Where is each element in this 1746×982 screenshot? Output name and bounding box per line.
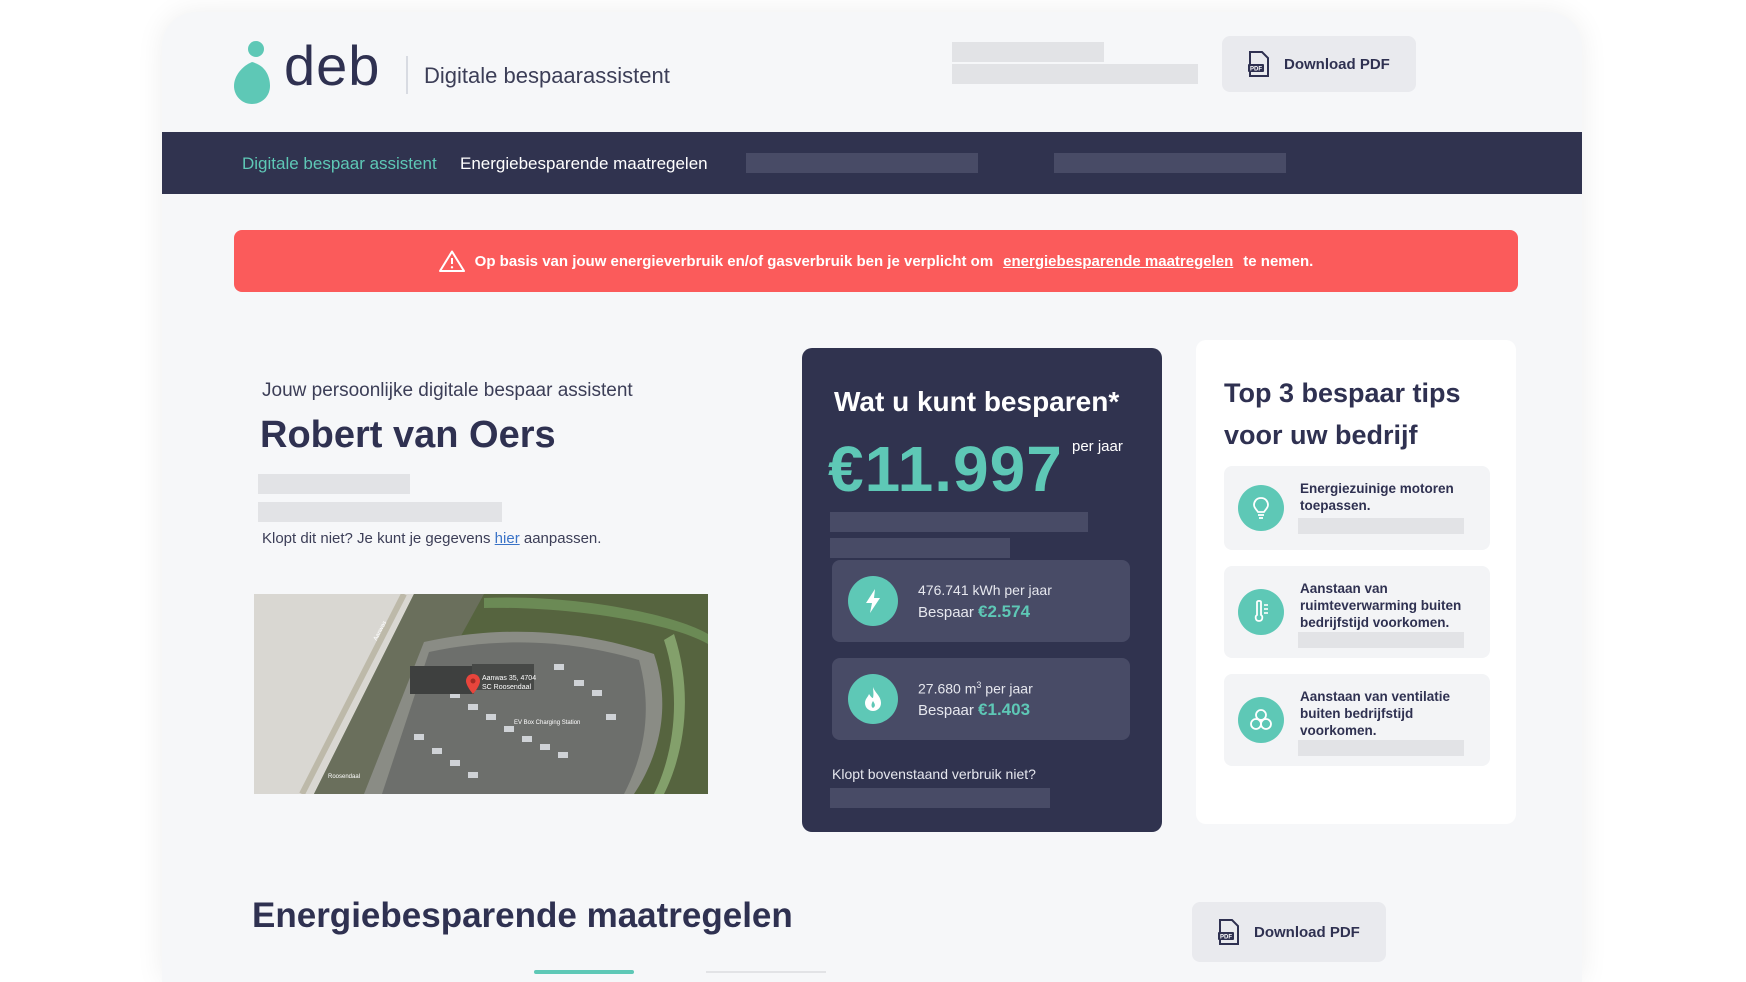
section-tab-indicator[interactable] — [534, 970, 634, 974]
tip-item[interactable]: Energiezuinige motoren toepassen. — [1224, 466, 1490, 550]
map-pin-icon — [466, 674, 480, 694]
logo-divider — [406, 56, 408, 94]
edit-details-link[interactable]: hier — [495, 530, 520, 547]
nav-item-energiebesparende-maatregelen[interactable]: Energiebesparende maatregelen — [460, 154, 708, 174]
main-nav: Digitale bespaar assistent Energiebespar… — [162, 132, 1582, 194]
profile-name: Robert van Oers — [260, 414, 556, 456]
savings-detail-placeholder — [830, 538, 1010, 558]
profile-detail-placeholder — [258, 502, 502, 522]
pdf-icon-label: PDF — [1220, 935, 1232, 941]
savings-amount: €11.997 — [828, 433, 1063, 505]
nav-item-placeholder[interactable] — [1054, 153, 1286, 173]
gas-usage-value: 27.680 m — [918, 680, 977, 697]
pdf-file-icon: PDF — [1248, 51, 1269, 77]
section-tab-placeholder[interactable] — [706, 971, 826, 973]
satellite-map[interactable]: Aanwas 35, 4704 SC Roosendaal EV Box Cha… — [254, 594, 708, 794]
logo-text: deb — [284, 34, 381, 97]
tip-item[interactable]: Aanstaan van ruimteverwarming buiten bed… — [1224, 566, 1490, 658]
alert-text: Op basis van jouw energieverbruik en/of … — [474, 252, 994, 270]
map-poi-label: EV Box Charging Station — [514, 720, 581, 726]
map-pin-label: Aanwas 35, 4704 SC Roosendaal — [482, 674, 536, 692]
profile-note-end: aanpassen. — [523, 530, 602, 547]
nav-item-placeholder[interactable] — [746, 153, 978, 173]
electricity-usage: 476.741 kWh per jaar — [918, 582, 1052, 598]
map-place-label: Roosendaal — [328, 774, 361, 780]
map-pin-label-line2: SC Roosendaal — [482, 684, 532, 691]
download-pdf-label: Download PDF — [1254, 923, 1360, 941]
tip-text: Aanstaan van ventilatie buiten bedrijfst… — [1300, 689, 1451, 738]
profile-detail-placeholder — [258, 474, 410, 494]
user-info-placeholder — [952, 64, 1198, 84]
electricity-usage-tile: 476.741 kWh per jaar Bespaar €2.574 — [832, 560, 1130, 642]
lightning-icon — [848, 576, 898, 626]
download-pdf-button-bottom[interactable]: PDF Download PDF — [1192, 902, 1386, 962]
logo-icon — [234, 41, 270, 104]
savings-title: Wat u kunt besparen* — [834, 386, 1120, 417]
gas-usage: 27.680 m3 per jaar — [918, 680, 1033, 697]
flame-icon — [848, 674, 898, 724]
download-pdf-label: Download PDF — [1284, 55, 1390, 73]
app-tagline: Digitale bespaarassistent — [424, 63, 670, 88]
map-imagery — [254, 594, 708, 794]
user-info-placeholder — [952, 42, 1104, 62]
pdf-file-icon: PDF — [1218, 919, 1239, 945]
tip-text: Aanstaan van ruimteverwarming buiten bed… — [1300, 581, 1462, 630]
tips-title: Top 3 bespaar tips voor uw bedrijf — [1224, 378, 1461, 450]
savings-detail-placeholder — [830, 512, 1088, 532]
profile-intro: Jouw persoonlijke digitale bespaar assis… — [262, 380, 633, 401]
electricity-savings: Bespaar €2.574 — [918, 602, 1030, 622]
gas-usage-tile: 27.680 m3 per jaar Bespaar €1.403 — [832, 658, 1130, 740]
electricity-save-label: Bespaar — [918, 604, 974, 621]
gas-usage-unit: per jaar — [981, 680, 1033, 697]
usage-edit-placeholder[interactable] — [830, 788, 1050, 808]
map-pin-label-line1: Aanwas 35, 4704 — [482, 675, 537, 682]
nav-item-digitale-bespaar-assistent[interactable]: Digitale bespaar assistent — [242, 154, 437, 174]
tip-item[interactable]: Aanstaan van ventilatie buiten bedrijfst… — [1224, 674, 1490, 766]
alert-text-end: te nemen. — [1243, 252, 1314, 270]
thermometer-icon — [1238, 589, 1284, 635]
app-frame: deb Digitale bespaarassistent PDF Downlo… — [162, 12, 1582, 982]
tip-detail-placeholder — [1298, 632, 1464, 648]
savings-per-year: per jaar — [1072, 438, 1123, 455]
fan-icon — [1238, 697, 1284, 743]
download-pdf-button[interactable]: PDF Download PDF — [1222, 36, 1416, 92]
savings-card: Wat u kunt besparen* €11.997 per jaar 47… — [802, 348, 1162, 832]
profile-note-text: Klopt dit niet? Je kunt je gegevens — [262, 530, 491, 547]
gas-savings: Bespaar €1.403 — [918, 700, 1030, 720]
lightbulb-icon — [1238, 485, 1284, 531]
tips-card: Top 3 bespaar tips voor uw bedrijf Energ… — [1196, 340, 1516, 824]
warning-icon — [438, 250, 465, 272]
tip-detail-placeholder — [1298, 740, 1464, 756]
pdf-icon-label: PDF — [1250, 67, 1262, 73]
gas-save-label: Bespaar — [918, 702, 974, 719]
gas-save-value: €1.403 — [978, 700, 1031, 719]
obligation-alert: Op basis van jouw energieverbruik en/of … — [234, 230, 1518, 292]
profile-note: Klopt dit niet? Je kunt je gegevens hier… — [262, 530, 601, 547]
usage-incorrect-text: Klopt bovenstaand verbruik niet? — [832, 766, 1036, 782]
tip-text: Energiezuinige motoren toepassen. — [1300, 481, 1454, 513]
tip-detail-placeholder — [1298, 518, 1464, 534]
alert-measures-link[interactable]: energiebesparende maatregelen — [1003, 253, 1233, 270]
electricity-save-value: €2.574 — [978, 602, 1031, 621]
section-title: Energiebesparende maatregelen — [252, 896, 793, 935]
